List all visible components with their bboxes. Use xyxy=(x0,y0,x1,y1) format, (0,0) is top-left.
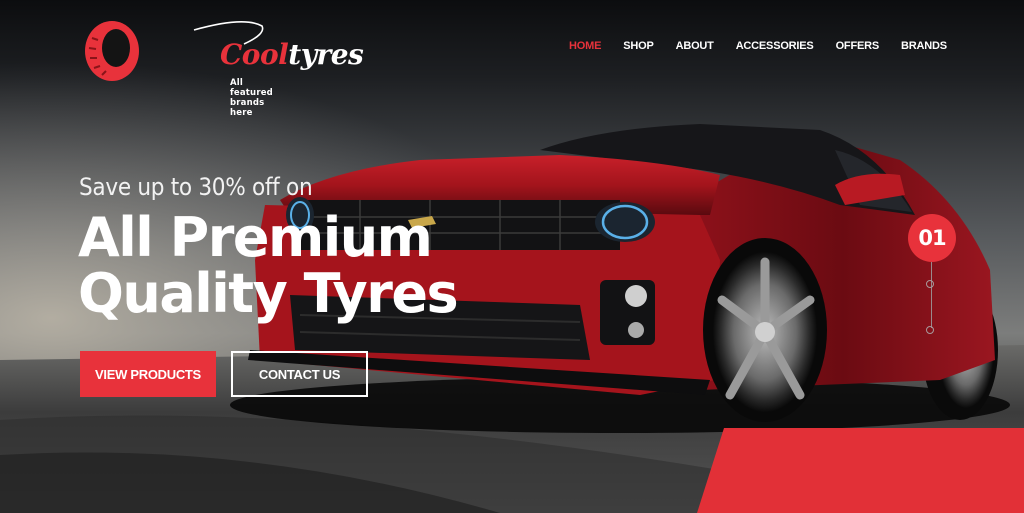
contact-us-button[interactable]: CONTACT US xyxy=(231,351,368,397)
main-nav: HOME SHOP ABOUT ACCESSORIES OFFERS BRAND… xyxy=(569,40,969,52)
nav-accessories[interactable]: ACCESSORIES xyxy=(736,40,814,52)
hero-banner: Cooltyres All featured brands here HOME … xyxy=(0,0,1024,513)
hero-title: All Premium Quality Tyres xyxy=(78,206,459,325)
nav-offers[interactable]: OFFERS xyxy=(836,40,880,52)
hero-title-line2: Quality Tyres xyxy=(78,262,459,325)
brand-name-part2: tyres xyxy=(288,38,364,71)
slide-indicator-dot[interactable] xyxy=(926,326,934,334)
site-header: Cooltyres All featured brands here HOME … xyxy=(0,0,1024,118)
nav-shop[interactable]: SHOP xyxy=(623,40,654,52)
brand-name: Cooltyres xyxy=(220,38,364,71)
slider-pagination: 01 xyxy=(908,214,956,344)
hero-kicker: Save up to 30% off on xyxy=(79,173,313,201)
slide-indicator-active[interactable]: 01 xyxy=(908,214,956,262)
nav-about[interactable]: ABOUT xyxy=(676,40,714,52)
slide-indicator-dot[interactable] xyxy=(926,280,934,288)
view-products-button[interactable]: VIEW PRODUCTS xyxy=(80,351,216,397)
brand-tagline: All featured brands here xyxy=(230,78,273,118)
hero-title-line1: All Premium xyxy=(78,206,433,269)
nav-brands[interactable]: BRANDS xyxy=(901,40,947,52)
nav-home[interactable]: HOME xyxy=(569,40,601,52)
brand-name-part1: Cool xyxy=(220,38,289,71)
slider-track-line xyxy=(931,262,932,328)
logo[interactable]: Cooltyres All featured brands here xyxy=(84,18,364,118)
